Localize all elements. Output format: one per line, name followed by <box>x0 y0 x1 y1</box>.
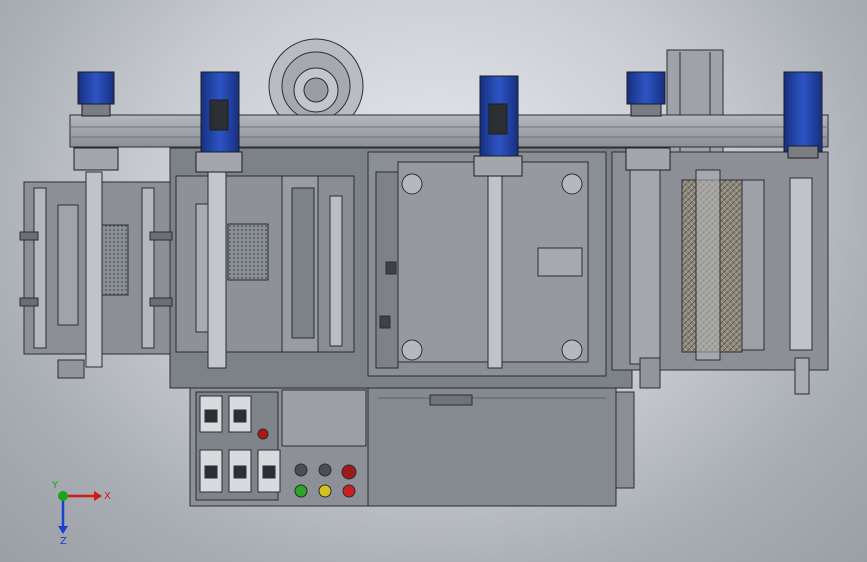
x-axis-label: X <box>104 491 111 502</box>
left-middle-panel <box>175 167 355 369</box>
y-axis-dot <box>58 491 68 501</box>
motor[interactable] <box>195 71 243 173</box>
selector-switch[interactable] <box>341 464 357 480</box>
motor[interactable] <box>783 71 823 159</box>
motor[interactable] <box>473 75 523 177</box>
selector-switch[interactable] <box>294 463 308 477</box>
right-roller-module <box>611 151 829 395</box>
z-axis-label: Z <box>60 536 67 547</box>
axis-triad: X Y Z <box>51 480 111 547</box>
indicator-lamps <box>294 484 356 498</box>
temperature-controller[interactable] <box>228 395 252 433</box>
left-roller-module <box>19 171 173 379</box>
cad-viewport[interactable] <box>0 0 867 562</box>
emergency-stop-button[interactable] <box>257 428 269 440</box>
temperature-controller[interactable] <box>199 449 223 493</box>
top-rail <box>69 114 829 148</box>
temperature-controller[interactable] <box>257 449 281 493</box>
indicator-lamp <box>342 484 356 498</box>
temperature-controller[interactable] <box>228 449 252 493</box>
y-axis-label: Y <box>51 480 59 491</box>
central-press-plate <box>367 151 607 377</box>
temperature-controller[interactable] <box>199 395 223 433</box>
selector-switch[interactable] <box>318 463 332 477</box>
indicator-lamp <box>318 484 332 498</box>
machine-assembly <box>19 38 829 507</box>
x-arrow-head <box>94 491 102 501</box>
z-arrow-head <box>58 526 68 534</box>
base-cabinet <box>367 387 635 507</box>
indicator-lamp <box>294 484 308 498</box>
control-panel <box>189 387 369 507</box>
